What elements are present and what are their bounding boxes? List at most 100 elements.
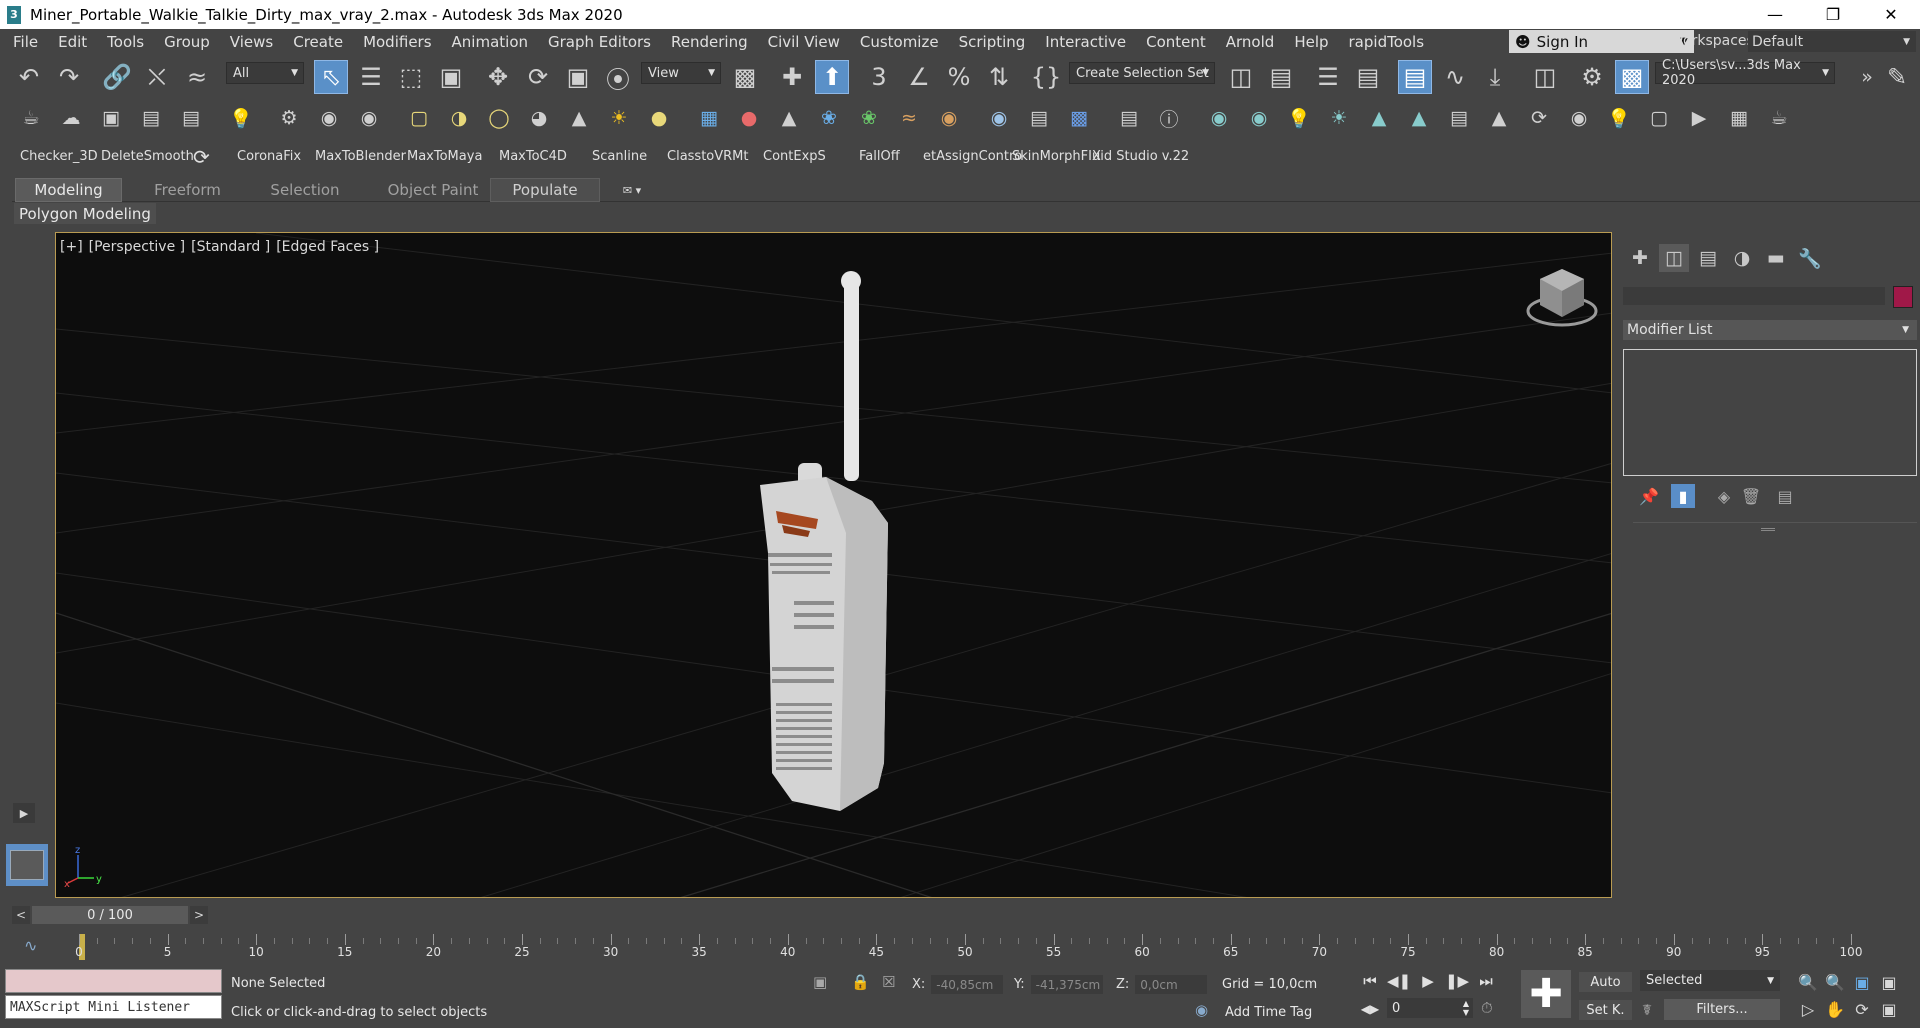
zoom-all-icon[interactable]: 🔍 — [1823, 970, 1847, 994]
tab-object-paint[interactable]: Object Paint — [368, 178, 498, 202]
script-button[interactable]: DeleteSmooth — [101, 149, 194, 164]
pin-stack-icon[interactable]: 📌 — [1637, 484, 1661, 508]
menu-file[interactable]: File — [0, 33, 48, 51]
angle-snap-icon[interactable]: ∠ — [902, 60, 936, 94]
edit-named-selection-icon[interactable]: {} — [1029, 60, 1063, 94]
ribbon-options-icon[interactable]: ✉ ▾ — [612, 178, 652, 202]
menu-arnold[interactable]: Arnold — [1216, 33, 1285, 51]
scene-explorer-icon[interactable]: ☰ — [1311, 60, 1345, 94]
disc-icon[interactable]: ● — [642, 101, 676, 135]
pan-view-icon[interactable]: ✋ — [1823, 997, 1847, 1021]
mini-curve-editor-icon[interactable]: ∿ — [24, 936, 37, 955]
tab-freeform[interactable]: Freeform — [130, 178, 245, 202]
motion-tab-icon[interactable]: ◑ — [1727, 244, 1757, 272]
move-icon[interactable]: ✥ — [481, 60, 515, 94]
mirror-icon[interactable]: ◫ — [1224, 60, 1258, 94]
layers-icon[interactable]: ▤ — [174, 101, 208, 135]
selection-filter-dropdown[interactable]: All ▼ — [226, 62, 304, 84]
plane-icon[interactable]: ▢ — [402, 101, 436, 135]
script-button[interactable]: ContExpS — [763, 149, 826, 164]
dome-icon[interactable]: ◑ — [442, 101, 476, 135]
script-button[interactable]: ClasstoVRMt — [667, 149, 749, 164]
maxscript-mini-listener[interactable]: MAXScript Mini Listener — [5, 995, 222, 1019]
utilities-tab-icon[interactable]: 🔧 — [1795, 244, 1825, 272]
filters-button[interactable]: Filters... — [1664, 999, 1780, 1020]
show-end-result-icon[interactable]: ▮ — [1671, 484, 1695, 508]
configure-modifier-sets-icon[interactable]: ▤ — [1773, 484, 1797, 508]
zoom-extents-icon[interactable]: ▣ — [1850, 970, 1874, 994]
script-button[interactable]: uid Studio v.22 — [1092, 149, 1189, 164]
cone-icon[interactable]: ▲ — [562, 101, 596, 135]
sign-in-button[interactable]: ☻ Sign In ▼ — [1509, 30, 1694, 53]
viewport-shading-label[interactable]: [Standard ] — [191, 239, 270, 255]
y-coordinate-field[interactable]: -41,375cm — [1030, 975, 1103, 994]
z-coordinate-field[interactable]: 0,0cm — [1135, 975, 1208, 994]
menu-group[interactable]: Group — [154, 33, 220, 51]
pivot-center-icon[interactable]: ▩ — [728, 60, 762, 94]
material-editor-icon[interactable]: ▣ — [94, 101, 128, 135]
select-object-icon[interactable]: ⬁ — [314, 60, 348, 94]
curve-editor-icon[interactable]: ∿ — [1438, 60, 1472, 94]
panel-grip-handle[interactable] — [1761, 528, 1775, 531]
dope-sheet-icon[interactable]: ⤓ — [1478, 60, 1512, 94]
light-icon[interactable]: 💡 — [224, 101, 258, 135]
set-key-button[interactable]: Set K. — [1579, 1000, 1632, 1020]
script-button[interactable]: MaxToMaya — [407, 149, 482, 164]
object-name-field[interactable] — [1623, 287, 1885, 305]
menu-graph-editors[interactable]: Graph Editors — [538, 33, 661, 51]
percent-snap-icon[interactable]: % — [942, 60, 976, 94]
spinner-snap-icon[interactable]: ⇅ — [982, 60, 1016, 94]
menu-scripting[interactable]: Scripting — [949, 33, 1036, 51]
key-filters-icon[interactable]: ☤ — [1642, 1001, 1652, 1019]
menu-content[interactable]: Content — [1136, 33, 1216, 51]
placement-icon[interactable]: ⦿ — [601, 60, 635, 94]
sun-icon[interactable]: ☀ — [602, 101, 636, 135]
minimize-icon[interactable]: — — [1746, 0, 1804, 29]
orbit-icon[interactable]: ⟳ — [1850, 997, 1874, 1021]
current-frame-field[interactable]: 0 ▲ ▼ — [1387, 998, 1473, 1018]
track-bar-ruler[interactable]: 0 5 10 15 20 25 30 35 40 45 50 55 60 65 70 75 80 85 90 95 10… — [75, 934, 1862, 960]
redo-icon[interactable]: ↷ — [52, 60, 86, 94]
script-button[interactable]: FallOff — [859, 149, 900, 164]
snaps-toggle-icon[interactable]: 3 — [862, 60, 896, 94]
perspective-viewport[interactable]: [+] [Perspective ] [Standard ] [Edged Faces… — [55, 232, 1612, 898]
field-of-view-icon[interactable]: ▷ — [1796, 997, 1820, 1021]
absolute-mode-icon[interactable]: ☒ — [882, 973, 895, 991]
scale-icon[interactable]: ▣ — [561, 60, 595, 94]
frame-buffer-icon[interactable]: ▤ — [1112, 101, 1146, 135]
maximize-viewport-icon[interactable]: ▣ — [1877, 997, 1901, 1021]
script-button[interactable]: SkinMorphFIX — [1012, 149, 1101, 164]
gear-icon[interactable]: ⚙ — [272, 101, 306, 135]
workspace-select[interactable]: Default ▼ — [1748, 31, 1916, 52]
viewcube-icon[interactable] — [1522, 263, 1602, 333]
menu-civil-view[interactable]: Civil View — [758, 33, 850, 51]
viewport-layout-thumbnail[interactable] — [6, 844, 48, 886]
isolate-selection-icon[interactable]: ▣ — [813, 973, 827, 991]
go-to-start-icon[interactable]: ⏮ — [1357, 970, 1383, 992]
bind-space-warp-icon[interactable]: ≈ — [180, 60, 214, 94]
tab-modeling[interactable]: Modeling — [15, 178, 122, 202]
library-icon[interactable]: ▤ — [1442, 101, 1476, 135]
add-time-tag-button[interactable]: Add Time Tag — [1225, 1005, 1312, 1020]
hierarchy-tab-icon[interactable]: ▤ — [1693, 244, 1723, 272]
time-configuration-icon[interactable]: ⏱ — [1481, 999, 1493, 1017]
schematic-view-icon[interactable]: ◫ — [1528, 60, 1562, 94]
cloud-icon[interactable]: ☁ — [54, 101, 88, 135]
lamp-icon[interactable]: ▲ — [1482, 101, 1516, 135]
rendered-frame-window-icon[interactable]: ▩ — [1615, 60, 1649, 94]
zoom-extents-all-icon[interactable]: ▣ — [1877, 970, 1901, 994]
play-icon[interactable]: ▶ — [1415, 970, 1441, 992]
x-coordinate-field[interactable]: -40,85cm — [931, 975, 1004, 994]
camera-icon[interactable]: ◉ — [352, 101, 386, 135]
link-icon[interactable]: 🔗 — [100, 60, 134, 94]
make-unique-icon[interactable]: ◈ — [1712, 484, 1736, 508]
modifier-list-dropdown[interactable]: Modifier List ▼ — [1623, 320, 1917, 340]
track-bar[interactable]: ∿ 0 5 10 15 20 25 30 35 40 45 50 55 60 65 70 75 80 85 90 95… — [0, 928, 1920, 960]
unlink-icon[interactable]: ⛌ — [140, 60, 174, 94]
render-icon[interactable]: ▤ — [134, 101, 168, 135]
ribbon-toggle-icon[interactable]: ▤ — [1398, 60, 1432, 94]
ball-icon[interactable]: ◉ — [932, 101, 966, 135]
script-button[interactable]: Checker_3D — [20, 149, 98, 164]
rectangular-selection-icon[interactable]: ⬚ — [394, 60, 428, 94]
globe-icon[interactable]: ◉ — [312, 101, 346, 135]
